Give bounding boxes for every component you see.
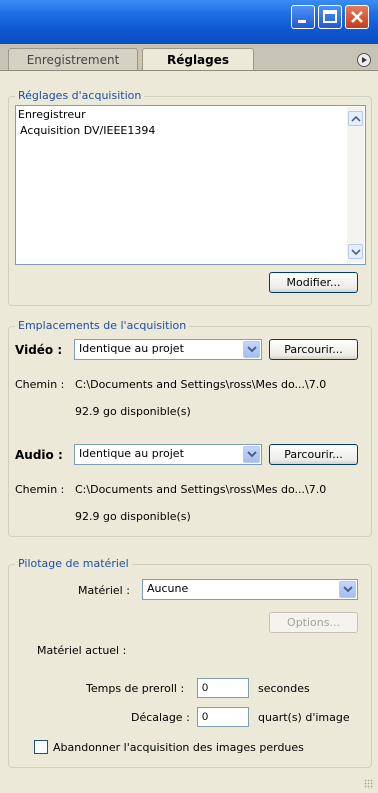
- audio-browse-button[interactable]: Parcourir...: [269, 444, 358, 465]
- chevron-down-icon[interactable]: [243, 341, 260, 358]
- tab-bar: Enregistrement Réglages: [0, 44, 378, 71]
- resize-grip-icon[interactable]: [364, 779, 374, 789]
- abort-dropped-frames-checkbox[interactable]: [34, 740, 48, 754]
- offset-label: Décalage :: [131, 711, 190, 724]
- close-icon[interactable]: [345, 5, 369, 29]
- preroll-unit: secondes: [258, 682, 310, 695]
- video-path-value: C:\Documents and Settings\ross\Mes do...…: [75, 378, 327, 391]
- video-location-select[interactable]: Identique au projet: [74, 339, 262, 360]
- video-browse-button[interactable]: Parcourir...: [269, 339, 358, 360]
- offset-input[interactable]: [197, 707, 249, 727]
- chevron-down-icon[interactable]: [339, 581, 356, 598]
- current-device-label: Matériel actuel :: [37, 644, 127, 657]
- audio-label: Audio :: [15, 448, 63, 462]
- audio-path-label: Chemin :: [15, 483, 65, 496]
- list-scrollbar[interactable]: [347, 107, 364, 263]
- scroll-up-icon[interactable]: [348, 111, 363, 126]
- modify-button[interactable]: Modifier...: [269, 272, 358, 293]
- maximize-icon[interactable]: [318, 5, 342, 29]
- capture-locations-legend: Emplacements de l'acquisition: [15, 319, 190, 332]
- title-bar: [0, 0, 378, 44]
- offset-unit: quart(s) d'image: [258, 711, 350, 724]
- video-path-label: Chemin :: [15, 378, 65, 391]
- scroll-down-icon[interactable]: [348, 244, 363, 259]
- list-item[interactable]: Acquisition DV/IEEE1394: [20, 124, 155, 137]
- device-control-legend: Pilotage de matériel: [15, 557, 132, 570]
- audio-available-space: 92.9 go disponible(s): [75, 510, 191, 523]
- audio-location-select[interactable]: Identique au projet: [74, 444, 262, 465]
- capture-settings-legend: Réglages d'acquisition: [15, 89, 145, 102]
- abort-dropped-frames-label: Abandonner l'acquisition des images perd…: [53, 741, 304, 754]
- device-select[interactable]: Aucune: [142, 579, 358, 600]
- tab-settings[interactable]: Réglages: [142, 48, 254, 70]
- video-label: Vidéo :: [15, 343, 63, 357]
- audio-location-value: Identique au projet: [79, 447, 184, 460]
- options-button[interactable]: Options...: [269, 612, 358, 633]
- tab-recording[interactable]: Enregistrement: [8, 48, 138, 70]
- panel-menu-icon[interactable]: [357, 53, 371, 67]
- minimize-icon[interactable]: [291, 5, 315, 29]
- preroll-label: Temps de preroll :: [86, 682, 185, 695]
- chevron-down-icon[interactable]: [243, 446, 260, 463]
- device-select-value: Aucune: [147, 582, 189, 595]
- video-available-space: 92.9 go disponible(s): [75, 405, 191, 418]
- capture-settings-list[interactable]: Enregistreur Acquisition DV/IEEE1394: [15, 105, 366, 265]
- video-location-value: Identique au projet: [79, 342, 184, 355]
- preroll-input[interactable]: [197, 678, 249, 698]
- audio-path-value: C:\Documents and Settings\ross\Mes do...…: [75, 483, 327, 496]
- device-label: Matériel :: [78, 584, 130, 597]
- list-item[interactable]: Enregistreur: [18, 108, 86, 121]
